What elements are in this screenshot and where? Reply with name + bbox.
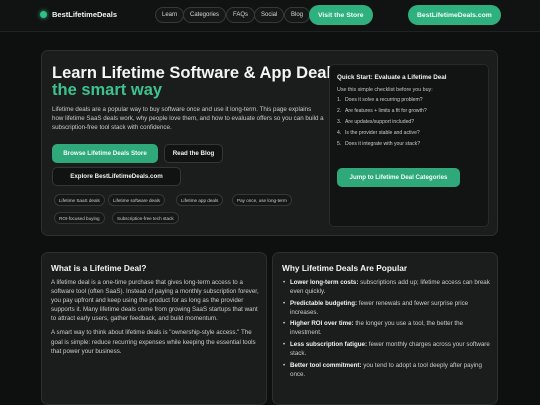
why-popular-card: Why Lifetime Deals Are Popular Lower lon… [272,252,498,405]
explore-site-button[interactable]: Explore BestLifetimeDeals.com [52,167,181,186]
tag-subscription-free[interactable]: Subscription-free tech stack [112,212,179,224]
checklist: 1. Does it solve a recurring problem? 2. A… [337,97,485,152]
benefit-list: Lower long-term costs: subscriptions add… [282,278,494,381]
quick-start-title: Quick Start: Evaluate a Lifetime Deal [337,74,447,81]
brand-logo[interactable]: BestLifetimeDeals [40,10,117,19]
nav-faqs[interactable]: FAQs [226,7,256,23]
what-is-paragraph-1: A lifetime deal is a one-time purchase t… [51,279,259,323]
tag-lifetime-software[interactable]: Lifetime software deals [108,194,165,206]
checklist-item: 4. Is the provider stable and active? [337,130,420,136]
brand-dot-icon [40,11,47,18]
nav-categories[interactable]: Categories [183,7,227,23]
tag-pay-once[interactable]: Pay once, use long-term [232,194,292,206]
site-button[interactable]: BestLifetimeDeals.com [408,5,501,25]
hero-description: Lifetime deals are a popular way to buy … [52,106,324,131]
top-header: BestLifetimeDeals Learn Categories FAQs … [0,0,540,32]
hero-card: Learn Lifetime Software & App Deals the … [41,50,498,236]
benefit-item: Higher ROI over time: the longer you use… [282,319,494,337]
what-is-body: A lifetime deal is a one-time purchase t… [51,278,261,361]
jump-categories-button[interactable]: Jump to Lifetime Deal Categories [337,168,460,187]
what-is-card: What is a Lifetime Deal? A lifetime deal… [41,252,267,405]
why-popular-title: Why Lifetime Deals Are Popular [282,263,408,273]
hero-title: Learn Lifetime Software & App Deals the … [52,65,342,99]
benefit-item: Lower long-term costs: subscriptions add… [282,278,494,296]
checklist-item: 2. Are features + limits a fit for growth… [337,108,427,114]
benefit-item: Better tool commitment: you tend to adop… [282,361,494,379]
what-is-paragraph-2: A smart way to think about lifetime deal… [51,329,256,355]
benefit-item: Less subscription fatigue: fewer monthly… [282,340,494,358]
checklist-item: 5. Does it integrate with your stack? [337,141,421,147]
checklist-item: 3. Are updates/support included? [337,119,415,125]
quick-start-panel: Quick Start: Evaluate a Lifetime Deal Us… [329,64,489,227]
nav-social[interactable]: Social [254,7,285,23]
tag-lifetime-app[interactable]: Lifetime app deals [176,194,224,206]
nav-blog[interactable]: Blog [284,7,311,23]
visit-store-button[interactable]: Visit the Store [309,5,373,25]
tag-roi-focused[interactable]: ROI-focused buying [54,212,105,224]
brand-name: BestLifetimeDeals [52,10,118,19]
nav-learn[interactable]: Learn [155,7,185,23]
what-is-title: What is a Lifetime Deal? [51,263,147,273]
hero-title-accent: the smart way [52,81,163,99]
browse-store-button[interactable]: Browse Lifetime Deals Store [52,144,158,163]
checklist-item: 1. Does it solve a recurring problem? [337,97,423,103]
benefit-item: Predictable budgeting: fewer renewals an… [282,299,494,317]
tag-lifetime-saas[interactable]: Lifetime SaaS deals [54,194,105,206]
hero-title-main: Learn Lifetime Software & App Deals [52,64,341,82]
quick-start-intro: Use this simple checklist before you buy… [337,87,433,93]
read-blog-button[interactable]: Read the Blog [164,144,223,163]
